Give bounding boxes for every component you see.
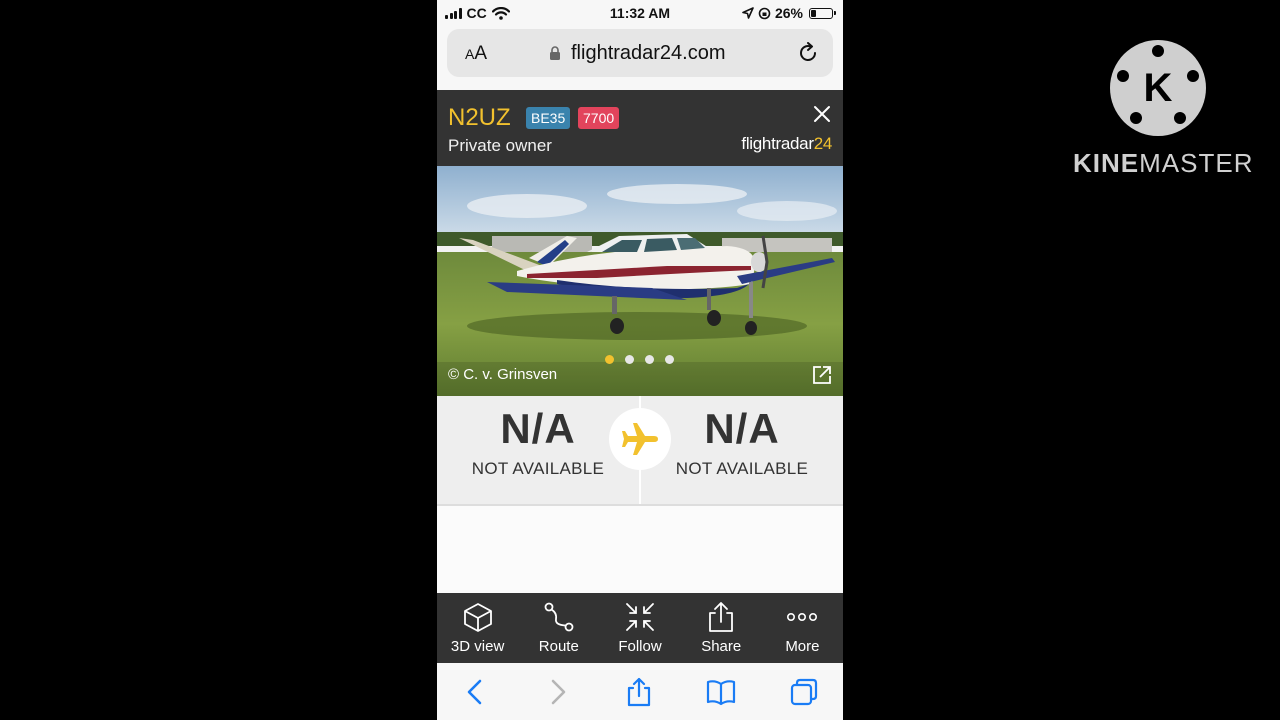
photo-credit: © C. v. Grinsven [448,366,558,383]
bookmarks-book-icon[interactable] [706,677,736,707]
kinemaster-logo-icon: K [1110,40,1206,136]
follow-arrows-icon [626,603,654,631]
status-right: 26% [742,5,836,21]
logo-number: 24 [813,134,833,153]
back-chevron-icon[interactable] [460,677,490,707]
reader-text-size-button[interactable]: AA [465,43,487,65]
route-button[interactable]: Route [518,593,599,663]
aircraft-operator: Private owner [448,136,552,155]
photo-dot[interactable] [625,355,634,364]
more-label: More [785,638,820,655]
kinemaster-logo-letter: K [1144,66,1173,110]
aircraft-header: N2UZ BE35 7700 Private owner flightradar… [437,90,843,166]
kinemaster-bold: KINE [1073,148,1140,178]
kinemaster-watermark: KINEMASTER [1073,148,1253,179]
aircraft-toolbar: 3D view Route Follow Share More [437,593,843,663]
route-label: Route [538,638,579,655]
forward-chevron-icon[interactable] [543,677,573,707]
share-button[interactable]: Share [681,593,762,663]
destination-name: NOT AVAILABLE [675,459,809,478]
orientation-lock-icon [758,7,771,19]
aircraft-type-badge: BE35 [526,107,571,129]
external-link-icon[interactable] [811,364,833,386]
lock-icon [550,46,560,60]
address-bar[interactable]: AA flightradar24.com [447,29,833,77]
route-panel: N/A NOT AVAILABLE N/A NOT AVAILABLE [437,396,843,504]
details-area [437,504,843,593]
origin-name: NOT AVAILABLE [471,459,605,478]
follow-button[interactable]: Follow [599,593,680,663]
location-arrow-icon [742,7,754,19]
more-dots-icon [787,613,818,622]
3d-view-label: 3D view [450,638,505,655]
share-icon [709,602,734,632]
cube-icon [463,603,492,632]
reload-icon[interactable] [797,42,819,64]
logo-text: flightradar [741,134,814,153]
photo-dot[interactable] [605,355,614,364]
flightradar24-logo: flightradar24 [741,134,832,154]
url-text[interactable]: flightradar24.com [571,42,726,65]
aircraft-photo[interactable]: © C. v. Grinsven [437,166,843,396]
route-icon [544,602,574,632]
aa-large-glyph: A [474,43,488,64]
tabs-icon[interactable] [789,677,819,707]
photo-pagination-dots[interactable] [605,355,674,364]
photo-dot[interactable] [645,355,654,364]
phone-screen: CC 11:32 AM 26% AA flightradar24.com N2U… [437,0,843,720]
status-bar: CC 11:32 AM 26% [437,0,843,26]
3d-view-button[interactable]: 3D view [437,593,518,663]
photo-dot[interactable] [665,355,674,364]
origin-code: N/A [500,405,576,452]
safari-share-icon[interactable] [624,677,654,707]
follow-label: Follow [618,638,662,655]
safari-address-area: AA flightradar24.com [437,26,843,90]
share-label: Share [701,638,742,655]
squawk-badge: 7700 [578,107,620,129]
aircraft-registration: N2UZ [448,104,511,131]
battery-icon [809,7,836,19]
kinemaster-light: MASTER [1139,148,1254,178]
destination-airport[interactable]: N/A NOT AVAILABLE [641,396,843,479]
aa-small-glyph: A [465,46,475,62]
more-button[interactable]: More [762,593,843,663]
safari-bottom-toolbar [437,663,843,720]
battery-percent: 26% [774,5,803,21]
plane-icon [609,408,671,470]
close-icon[interactable] [811,103,833,125]
destination-code: N/A [704,405,780,452]
